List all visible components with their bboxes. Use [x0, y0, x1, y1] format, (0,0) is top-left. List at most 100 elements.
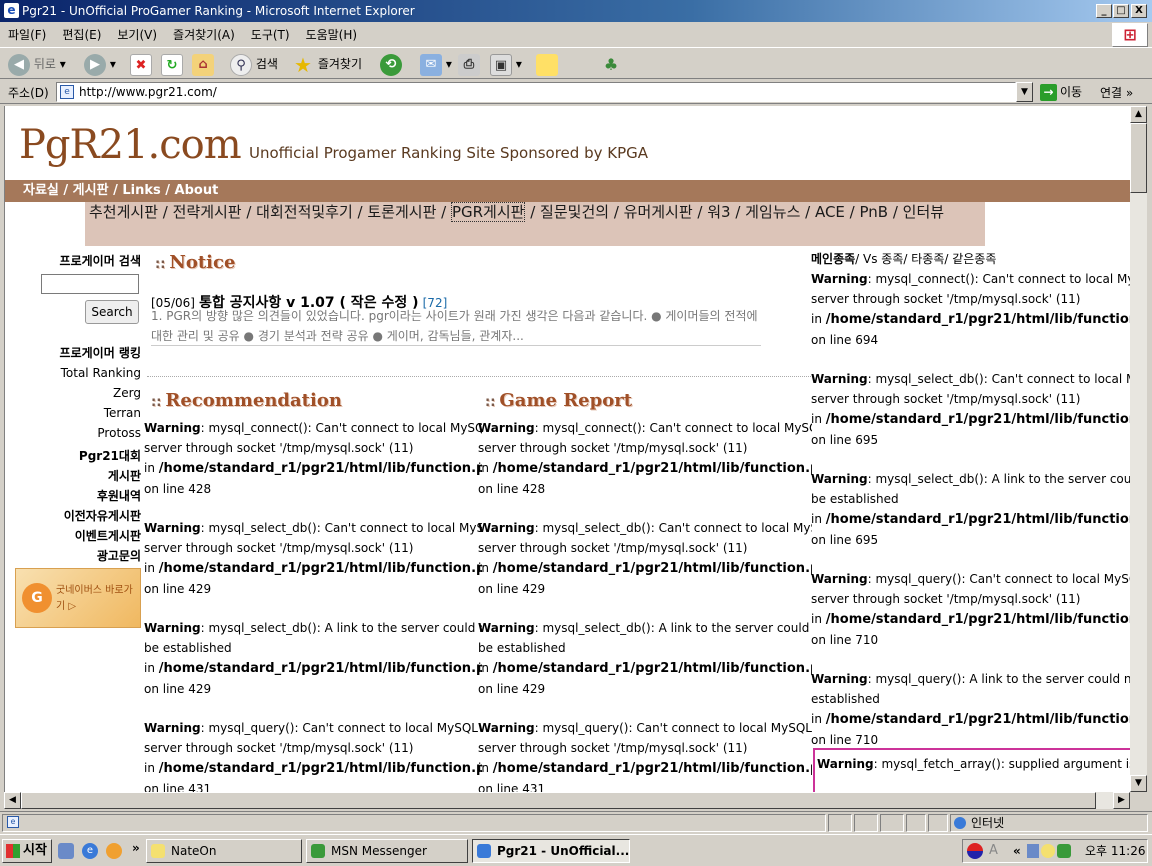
horizontal-scrollbar[interactable]: ◀ ▶: [4, 792, 1130, 809]
ime-mode-icon[interactable]: A: [989, 840, 998, 862]
search-label: 검색: [255, 57, 278, 71]
scroll-left-button[interactable]: ◀: [4, 792, 21, 809]
page-status-icon: e: [7, 816, 19, 828]
refresh-button[interactable]: ↻: [161, 52, 183, 76]
forward-button[interactable]: ▶ ▾: [84, 52, 116, 76]
board-nav-selected[interactable]: PGR게시판: [450, 202, 526, 222]
page-icon: e: [60, 85, 74, 99]
sidebar-link-sponsor[interactable]: 후원내역: [97, 487, 141, 504]
minimize-button[interactable]: _: [1096, 4, 1112, 18]
game-report-warning-4: Warning: mysql_query(): Can't connect to…: [478, 721, 812, 792]
sidebar-link-old-free-board[interactable]: 이전자유게시판: [64, 507, 141, 524]
last-warning-box: Warning: mysql_fetch_array(): supplied a…: [813, 748, 1130, 792]
messenger-button[interactable]: ♣: [600, 52, 622, 76]
quicklaunch-chevron[interactable]: »: [132, 841, 140, 855]
menu-tools[interactable]: 도구(T): [243, 22, 298, 46]
ranking-protoss-link[interactable]: Protoss: [97, 426, 141, 440]
sidebar-link-board[interactable]: 게시판: [108, 467, 141, 484]
tray-chevron[interactable]: «: [1013, 840, 1021, 862]
history-button[interactable]: ⟲: [380, 52, 402, 76]
main-nav[interactable]: 자료실 / 게시판 / Links / About: [5, 180, 1130, 202]
window-title-bar[interactable]: e Pgr21 - UnOfficial ProGamer Ranking - …: [0, 0, 1152, 22]
nateon-tray-icon[interactable]: [1041, 844, 1055, 858]
search-button[interactable]: ⚲ 검색: [230, 52, 278, 76]
taskbar-ie-pgr21[interactable]: Pgr21 - UnOfficial...: [472, 839, 630, 863]
vertical-scrollbar[interactable]: ▲ ▼: [1130, 106, 1147, 792]
taskbar-msn[interactable]: MSN Messenger: [306, 839, 468, 863]
media-quicklaunch-icon[interactable]: [106, 843, 122, 859]
race-filter-line[interactable]: 메인종족/ Vs 종족/ 타종족/ 같은종족: [811, 250, 996, 267]
scroll-down-button[interactable]: ▼: [1130, 775, 1147, 792]
game-report-warning-2: Warning: mysql_select_db(): Can't connec…: [478, 521, 812, 596]
scroll-up-button[interactable]: ▲: [1130, 106, 1147, 123]
mail-button[interactable]: ✉ ▾: [420, 52, 452, 76]
gamer-search-button[interactable]: Search: [85, 300, 139, 324]
links-button[interactable]: 연결 »: [1100, 84, 1133, 101]
status-cell: [854, 814, 878, 832]
race-options[interactable]: / Vs 종족/ 타종족/ 같은종족: [855, 252, 996, 266]
ranking-zerg-link[interactable]: Zerg: [113, 386, 141, 400]
maximize-button[interactable]: □: [1113, 4, 1129, 18]
back-label: 뒤로: [33, 57, 56, 71]
board-nav[interactable]: 추천게시판 / 전략게시판 / 대회전적및후기 / 토론게시판 / PGR게시판…: [85, 202, 985, 246]
horizontal-scroll-thumb[interactable]: [21, 792, 1096, 809]
menu-file[interactable]: 파일(F): [0, 22, 54, 46]
address-dropdown-button[interactable]: ▼: [1016, 82, 1033, 102]
favorites-button[interactable]: ★ 즐겨찾기: [292, 52, 362, 76]
board-nav-left[interactable]: 추천게시판 / 전략게시판 / 대회전적및후기 / 토론게시판 /: [89, 203, 451, 221]
home-button[interactable]: ⌂: [192, 52, 214, 76]
notice-title: :: Notice: [155, 252, 236, 273]
ranking-terran-link[interactable]: Terran: [104, 406, 141, 420]
messenger-icon: ♣: [603, 54, 619, 74]
task-label: MSN Messenger: [331, 844, 427, 858]
recommendation-warning-2: Warning: mysql_select_db(): Can't connec…: [144, 521, 482, 596]
taskbar: 시작 e » NateOn MSN Messenger Pgr21 - UnOf…: [0, 834, 1152, 866]
print-button[interactable]: ⎙: [458, 52, 480, 76]
close-button[interactable]: X: [1131, 4, 1147, 18]
race-main[interactable]: 메인종족: [811, 252, 855, 266]
sidebar-link-event-board[interactable]: 이벤트게시판: [75, 527, 141, 544]
system-tray: A « 오후 11:26: [962, 839, 1148, 863]
start-button[interactable]: 시작: [2, 839, 52, 863]
menu-view[interactable]: 보기(V): [109, 22, 165, 46]
show-desktop-icon[interactable]: [58, 843, 74, 859]
right-warning-2: Warning: mysql_select_db(): Can't connec…: [811, 372, 1130, 447]
sidebar-link-ads[interactable]: 광고문의: [97, 547, 141, 564]
go-button[interactable]: → 이동: [1040, 83, 1082, 101]
korean-ime-icon[interactable]: [967, 843, 983, 859]
network-icon[interactable]: [1027, 844, 1039, 858]
address-url: http://www.pgr21.com/: [79, 85, 217, 99]
ranking-heading: 프로게이머 랭킹: [59, 346, 141, 360]
stop-button[interactable]: ✖: [130, 52, 152, 76]
board-nav-right[interactable]: / 질문및건의 / 유머게시판 / 워3 / 게임뉴스 / ACE / PnB …: [525, 203, 944, 221]
address-bar: 주소(D) e http://www.pgr21.com/ ▼ → 이동 연결 »: [0, 80, 1152, 104]
sidebar-link-pgr21-event[interactable]: Pgr21대회: [79, 447, 141, 464]
windows-flag-icon: [6, 844, 20, 858]
scroll-right-button[interactable]: ▶: [1113, 792, 1130, 809]
right-warning-4: Warning: mysql_query(): Can't connect to…: [811, 572, 1130, 647]
game-report-title: :: Game Report: [485, 390, 633, 411]
favorites-label: 즐겨찾기: [317, 57, 362, 71]
vertical-scroll-thumb[interactable]: [1130, 123, 1147, 193]
status-text-cell: e: [2, 814, 826, 832]
good-neighbors-banner[interactable]: G 굿네이버스 바로가기 ▷: [15, 568, 141, 628]
clock[interactable]: 오후 11:26: [1085, 840, 1145, 862]
address-input[interactable]: e http://www.pgr21.com/: [56, 82, 1016, 102]
menu-help[interactable]: 도움말(H): [298, 22, 366, 46]
recommendation-title: :: Recommendation: [151, 390, 342, 411]
msn-tray-icon[interactable]: [1057, 844, 1071, 858]
menu-bar: 파일(F) 편집(E) 보기(V) 즐겨찾기(A) 도구(T) 도움말(H) ⊞: [0, 22, 1152, 48]
back-button[interactable]: ◀ 뒤로 ▾: [8, 52, 66, 76]
taskbar-nateon[interactable]: NateOn: [146, 839, 302, 863]
site-logo[interactable]: PgR21.com: [19, 122, 242, 168]
notes-button[interactable]: ■: [536, 52, 558, 76]
edit-icon: ▣: [490, 53, 512, 76]
edit-button[interactable]: ▣ ▾: [490, 52, 522, 76]
menu-edit[interactable]: 편집(E): [54, 22, 109, 46]
refresh-icon: ↻: [161, 53, 183, 76]
ranking-total-link[interactable]: Total Ranking: [61, 366, 141, 380]
gamer-search-input[interactable]: [41, 274, 139, 294]
right-warning-6: Warning: mysql_fetch_array(): supplied a…: [817, 757, 1130, 771]
menu-favorites[interactable]: 즐겨찾기(A): [165, 22, 243, 46]
ie-quicklaunch-icon[interactable]: e: [82, 843, 98, 859]
